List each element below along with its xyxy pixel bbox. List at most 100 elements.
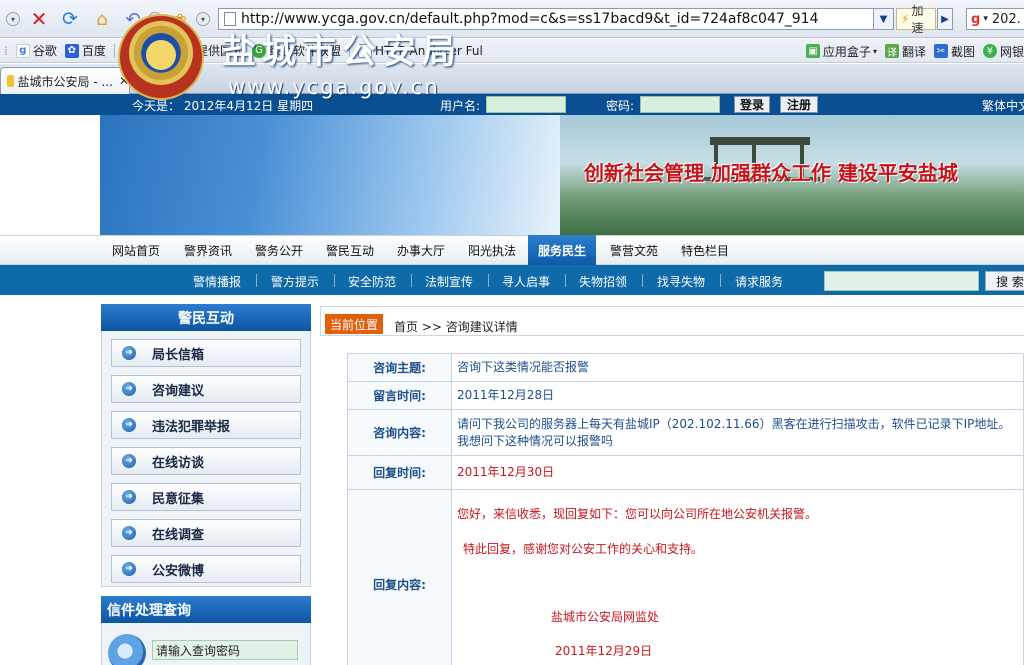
- table-row: 咨询主题: 咨询下这类情况能否报警: [347, 353, 1024, 382]
- sub-nav-item[interactable]: 法制宣传: [425, 273, 473, 290]
- app-box-button[interactable]: ▣ 应用盒子 ▾: [805, 43, 877, 60]
- main-nav-home[interactable]: 网站首页: [112, 242, 160, 259]
- sub-nav-separator: [720, 274, 721, 287]
- row-key: 回复内容:: [347, 489, 452, 665]
- toolbar-right: ▣ 应用盒子 ▾ 译翻译 ✂ 截图 ¥ 网银: [798, 39, 1024, 63]
- bank-button[interactable]: ¥ 网银: [982, 43, 1024, 60]
- main-nav-service-hall[interactable]: 办事大厅: [397, 242, 445, 259]
- arrow-right-icon: ➜: [122, 454, 136, 468]
- google-icon: g: [15, 43, 30, 58]
- main-nav-livelihood[interactable]: 服务民生: [538, 242, 586, 259]
- arrow-right-icon: ➜: [122, 346, 136, 360]
- traditional-chinese-link[interactable]: 繁体中文: [982, 97, 1024, 114]
- sidebar-item-online-interview[interactable]: ➜ 在线访谈: [111, 447, 301, 475]
- url-dropdown-icon[interactable]: ▼: [874, 8, 894, 30]
- arrow-right-icon: ➜: [122, 562, 136, 576]
- back-dropdown-icon[interactable]: ▾: [6, 12, 20, 26]
- table-row: 回复时间: 2011年12月30日: [347, 455, 1024, 490]
- letter-query-title: 信件处理查询: [101, 596, 311, 623]
- site-search-input[interactable]: [824, 271, 979, 291]
- arrow-right-icon: ➜: [122, 418, 136, 432]
- sub-nav-item[interactable]: 警情播报: [193, 273, 241, 290]
- sidebar-item-director-mailbox[interactable]: ➜ 局长信箱: [111, 339, 301, 367]
- sidebar-title: 警民互动: [101, 304, 311, 331]
- stop-icon[interactable]: ✕: [28, 7, 50, 31]
- arrow-right-icon: ➜: [122, 382, 136, 396]
- sub-nav-item[interactable]: 寻人启事: [502, 273, 550, 290]
- table-row: 留言时间: 2011年12月28日: [347, 381, 1024, 410]
- site-domain: www.ycga.gov.cn: [228, 75, 440, 99]
- main-nav-law-enforcement[interactable]: 阳光执法: [468, 242, 516, 259]
- bookmark-separator: [113, 43, 115, 58]
- accelerate-button[interactable]: ⚡ 加速: [896, 4, 936, 35]
- password-input[interactable]: [640, 96, 720, 113]
- sidebar-item-crime-report[interactable]: ➜ 违法犯罪举报: [111, 411, 301, 439]
- sub-nav-item[interactable]: 失物招领: [579, 273, 627, 290]
- arrow-right-icon: ➜: [122, 490, 136, 504]
- reply-text: 您好，来信收悉，现回复如下：您可以向公司所在地公安机关报警。: [457, 507, 818, 521]
- refresh-icon[interactable]: ⟳: [58, 8, 82, 30]
- main-nav-culture[interactable]: 警营文苑: [610, 242, 658, 259]
- arrow-right-icon: ➜: [122, 526, 136, 540]
- bank-icon: ¥: [982, 44, 997, 58]
- row-value: 咨询下这类情况能否报警: [451, 353, 1024, 382]
- main-nav-interaction[interactable]: 警民互动: [326, 242, 374, 259]
- baidu-icon: ✿: [64, 43, 79, 58]
- chevron-down-icon: ▾: [983, 14, 988, 24]
- sub-nav-item[interactable]: 安全防范: [348, 273, 396, 290]
- emblem-center: [146, 40, 176, 70]
- reply-signature: 盐城市公安局网监处: [551, 610, 660, 624]
- site-search-button[interactable]: 搜 索: [985, 271, 1024, 291]
- translate-icon: 译: [884, 44, 899, 59]
- reply-thanks: 特此回复，感谢您对公安工作的关心和支持。: [463, 542, 704, 556]
- sidebar-item-police-weibo[interactable]: ➜ 公安微博: [111, 555, 301, 583]
- sidebar-item-online-survey[interactable]: ➜ 在线调查: [111, 519, 301, 547]
- sidebar-item-consultation[interactable]: ➜ 咨询建议: [111, 375, 301, 403]
- password-label: 密码:: [606, 99, 635, 113]
- lightning-icon: ⚡: [901, 12, 910, 26]
- query-password-input[interactable]: 请输入查询密码: [152, 640, 298, 660]
- reply-date: 2011年12月29日: [555, 644, 653, 658]
- row-key: 留言时间:: [347, 381, 452, 410]
- banner-slogan: 创新社会管理 加强群众工作 建设平安盐城: [584, 161, 958, 185]
- row-value: 2011年12月28日: [451, 381, 1024, 410]
- bookmark-google[interactable]: g 谷歌: [15, 42, 57, 59]
- paw-dropdown-icon[interactable]: ▾: [196, 12, 210, 26]
- tab-active[interactable]: 盐城市公安局 - ... ✕: [0, 67, 130, 94]
- row-key: 咨询主题:: [347, 353, 452, 382]
- bookmark-handle: ⁞: [4, 43, 8, 58]
- row-value: 请问下我公司的服务器上每天有盐城IP（202.102.11.66）黑客在进行扫描…: [451, 409, 1024, 456]
- go-icon[interactable]: ▶: [937, 8, 953, 30]
- sidebar-item-public-opinion[interactable]: ➜ 民意征集: [111, 483, 301, 511]
- register-button[interactable]: 注册: [780, 96, 818, 113]
- sub-nav-separator: [488, 274, 489, 287]
- google-icon: g: [971, 11, 981, 27]
- breadcrumb-path[interactable]: 首页 >> 咨询建议详情: [394, 318, 518, 335]
- sub-nav-item[interactable]: 警方提示: [271, 273, 319, 290]
- breadcrumb-tag: 当前位置: [325, 314, 383, 334]
- row-key: 咨询内容:: [347, 409, 452, 456]
- sub-nav-item[interactable]: 找寻失物: [657, 273, 705, 290]
- row-key: 回复时间:: [347, 455, 452, 490]
- app-box-icon: ▣: [805, 44, 820, 58]
- favicon-icon: [7, 75, 14, 87]
- main-nav-features[interactable]: 特色栏目: [681, 242, 729, 259]
- search-box[interactable]: g ▾ 202.: [966, 8, 1024, 30]
- sub-nav-separator: [565, 274, 566, 287]
- screenshot-button[interactable]: ✂ 截图: [933, 43, 975, 60]
- banner-background: [100, 115, 560, 235]
- screenshot-icon: ✂: [933, 44, 948, 58]
- sub-nav-item[interactable]: 请求服务: [735, 273, 783, 290]
- username-input[interactable]: [486, 96, 566, 113]
- home-icon[interactable]: ⌂: [90, 8, 114, 30]
- username-label: 用户名:: [440, 99, 481, 113]
- bookmark-baidu[interactable]: ✿ 百度: [64, 42, 106, 59]
- main-nav-disclosure[interactable]: 警务公开: [255, 242, 303, 259]
- translate-button[interactable]: 译翻译: [884, 43, 926, 60]
- site-title: 盐城市公安局: [222, 32, 462, 72]
- login-button[interactable]: 登录: [734, 96, 770, 113]
- table-row: 咨询内容: 请问下我公司的服务器上每天有盐城IP（202.102.11.66）黑…: [347, 409, 1024, 456]
- row-value: 2011年12月30日: [451, 455, 1024, 490]
- query-globe-icon: [108, 634, 146, 665]
- main-nav-news[interactable]: 警界资讯: [184, 242, 232, 259]
